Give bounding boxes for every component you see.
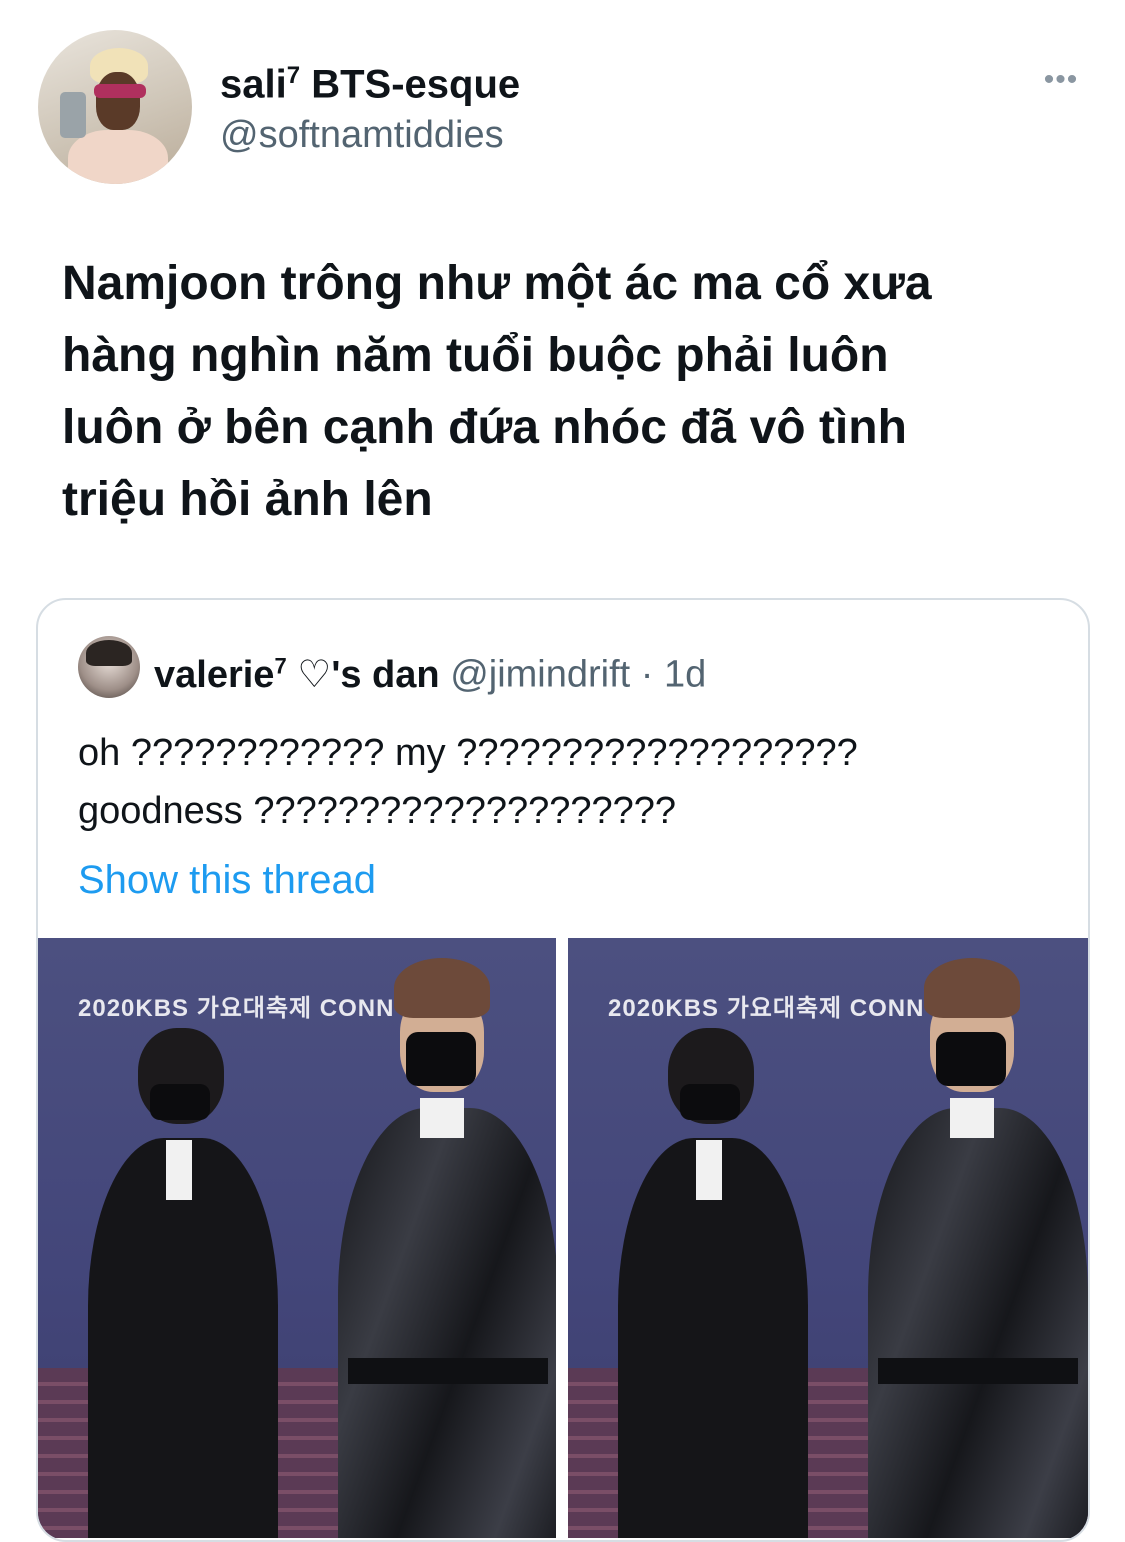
person-collar: [950, 1098, 994, 1138]
person-mask: [936, 1032, 1006, 1086]
person-belt: [348, 1358, 548, 1384]
person-shirt: [166, 1140, 192, 1200]
avatar-face: [96, 72, 140, 130]
quoted-tweet-card[interactable]: valerie7 ♡'s dan @jimindrift · 1d oh ???…: [36, 598, 1090, 1542]
quoted-author-avatar: [78, 636, 140, 698]
photo-person-right: [858, 958, 1088, 1538]
quoted-handle: @jimindrift: [450, 653, 631, 696]
photo-person-left: [608, 1028, 808, 1538]
quoted-timestamp: 1d: [664, 653, 707, 696]
person-coat: [338, 1108, 556, 1538]
avatar-body: [68, 130, 168, 184]
author-name-sup: 7: [286, 62, 301, 89]
person-collar: [420, 1098, 464, 1138]
person-coat: [868, 1108, 1088, 1538]
person-belt: [878, 1358, 1078, 1384]
quoted-photo-1[interactable]: 2020KBS 가요대축제 CONN: [38, 938, 556, 1538]
person-mask: [150, 1084, 210, 1120]
quoted-tweet-text: oh ???????????? my ??????????????????? g…: [78, 732, 858, 832]
person-mask: [406, 1032, 476, 1086]
quoted-display-name: valerie7 ♡'s dan: [154, 653, 440, 696]
person-hair: [924, 958, 1020, 1018]
quoted-header: valerie7 ♡'s dan @jimindrift · 1d: [154, 642, 706, 699]
quoted-name-suffix: ♡'s dan: [286, 653, 440, 696]
photo-person-left: [78, 1028, 278, 1538]
person-mask: [680, 1084, 740, 1120]
author-name-suffix: BTS-esque: [300, 62, 521, 107]
show-thread-link[interactable]: Show this thread: [78, 854, 376, 906]
avatar-phone: [60, 92, 86, 138]
quoted-separator: ·: [630, 653, 665, 696]
photo-person-right: [328, 958, 556, 1538]
quoted-avatar-hair: [86, 640, 132, 666]
tweet-text: Namjoon trông như một ác ma cổ xưa hàng …: [62, 257, 932, 526]
quoted-photo-2[interactable]: 2020KBS 가요대축제 CONN: [568, 938, 1088, 1538]
quoted-name-sup: 7: [274, 653, 287, 678]
author-display-name[interactable]: sali7 BTS-esque: [220, 52, 520, 108]
person-hair: [394, 958, 490, 1018]
author-name-text: sali: [220, 62, 287, 107]
avatar-glasses: [94, 84, 146, 98]
quoted-name-text: valerie: [154, 653, 275, 696]
author-handle[interactable]: @softnamtiddies: [220, 112, 504, 158]
person-shirt: [696, 1140, 722, 1200]
author-avatar[interactable]: [38, 30, 192, 184]
more-options-icon[interactable]: •••: [1036, 60, 1086, 100]
